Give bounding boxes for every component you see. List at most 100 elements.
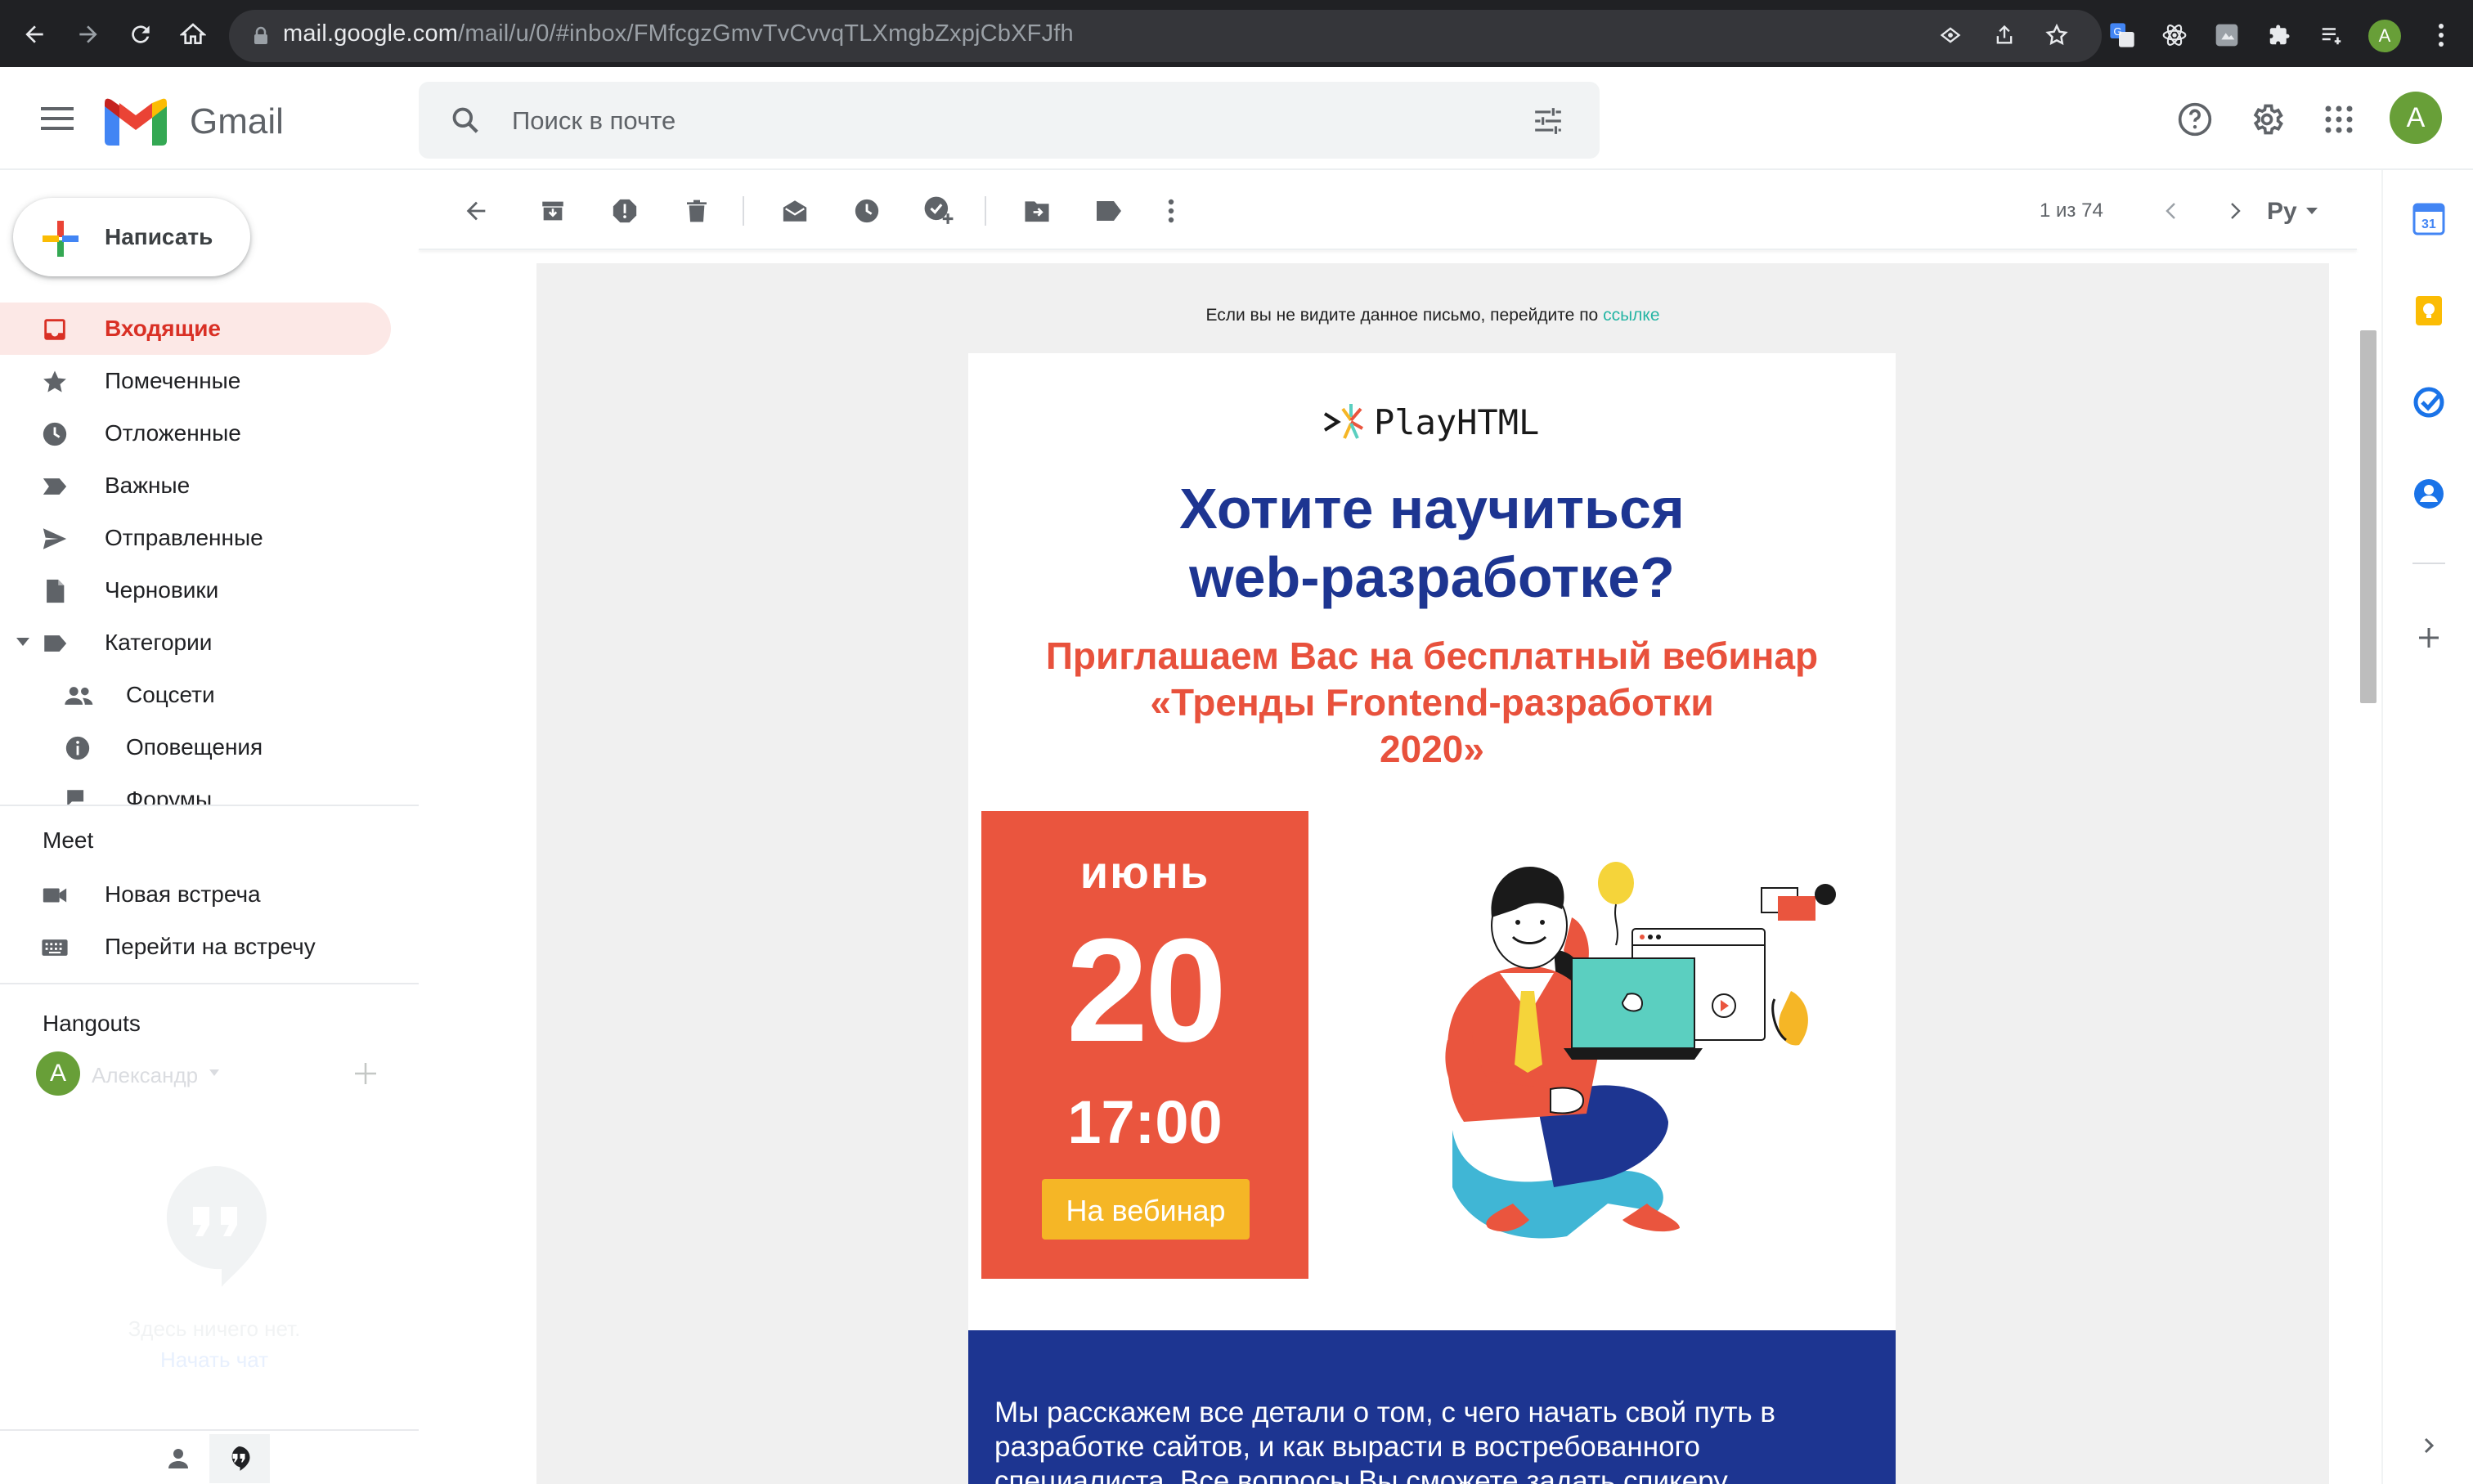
- translate-extension-icon[interactable]: G: [2107, 20, 2138, 51]
- input-tools-dropdown-icon[interactable]: [2306, 208, 2318, 214]
- react-devtools-icon[interactable]: [2159, 20, 2190, 51]
- event-day: 20: [1066, 908, 1227, 1073]
- eye-icon[interactable]: [1935, 20, 1966, 51]
- hangouts-status-dropdown-icon[interactable]: [209, 1069, 219, 1076]
- profile-avatar[interactable]: A: [2368, 20, 2401, 52]
- webinar-cta-button[interactable]: На вебинар: [1042, 1179, 1250, 1240]
- meet-title: Meet: [43, 827, 94, 853]
- side-panel: 31: [2381, 170, 2473, 1484]
- new-meeting-link[interactable]: Новая встреча: [0, 868, 391, 921]
- divider: [0, 983, 419, 984]
- event-time: 17:00: [1067, 1088, 1223, 1156]
- search-input[interactable]: Поиск в почте: [512, 106, 675, 136]
- important-icon: [41, 473, 69, 500]
- collapse-arrow-icon[interactable]: [16, 638, 29, 646]
- compose-button[interactable]: Написать: [13, 198, 250, 276]
- email-body: Если вы не видите данное письмо, перейди…: [536, 263, 2329, 1484]
- rail-divider: [2412, 563, 2445, 564]
- sidebar-item-forums[interactable]: Форумы: [0, 773, 391, 806]
- search-options-icon[interactable]: [1533, 106, 1564, 136]
- share-icon[interactable]: [1989, 20, 2020, 51]
- toolbar-divider: [743, 196, 744, 226]
- sidebar-item-inbox[interactable]: Входящие: [0, 303, 391, 355]
- mark-unread-icon[interactable]: [779, 195, 811, 227]
- start-chat-link[interactable]: Начать чат: [0, 1347, 429, 1373]
- back-to-inbox-icon[interactable]: [460, 195, 492, 227]
- move-to-icon[interactable]: [1021, 195, 1053, 227]
- search-icon[interactable]: [450, 105, 481, 136]
- keep-icon[interactable]: [2412, 294, 2445, 327]
- sidebar: Написать Входящие Помеченные Отложенные …: [0, 170, 419, 1484]
- sidebar-item-social[interactable]: Соцсети: [0, 669, 391, 721]
- subheadline-line: «Тренды Frontend-разработки: [1150, 681, 1714, 724]
- star-icon: [41, 368, 69, 396]
- contacts-icon[interactable]: [2412, 477, 2445, 510]
- bookmark-star-icon[interactable]: [2041, 20, 2072, 51]
- home-icon[interactable]: [175, 16, 211, 52]
- brand-logo[interactable]: PlayHTML: [968, 399, 1896, 445]
- add-to-tasks-icon[interactable]: [922, 195, 955, 227]
- account-avatar[interactable]: A: [2390, 92, 2442, 144]
- extensions-puzzle-icon[interactable]: [2264, 20, 2295, 51]
- toolbar-divider-line: [419, 249, 2357, 250]
- sidebar-clip: Форумы: [0, 773, 419, 806]
- delete-trash-icon[interactable]: [680, 195, 713, 227]
- gmail-logo-icon[interactable]: [105, 98, 167, 146]
- notice-text: Если вы не видите данное письмо, перейди…: [1205, 306, 1604, 325]
- reload-icon[interactable]: [123, 16, 159, 52]
- reading-list-icon[interactable]: [2316, 20, 2347, 51]
- help-icon[interactable]: [2177, 101, 2213, 137]
- join-meeting-link[interactable]: Перейти на встречу: [0, 921, 391, 973]
- sidebar-item-snoozed[interactable]: Отложенные: [0, 407, 391, 460]
- sidebar-item-important[interactable]: Важные: [0, 460, 391, 512]
- hangouts-avatar[interactable]: A: [36, 1051, 80, 1096]
- email-intro-text: Мы расскажем все детали о том, с чего на…: [994, 1397, 1775, 1484]
- older-chevron-right-icon[interactable]: [2219, 195, 2252, 227]
- report-spam-icon[interactable]: [608, 195, 641, 227]
- sidebar-item-updates[interactable]: Оповещения: [0, 721, 391, 773]
- sidebar-item-label: Категории: [105, 630, 213, 655]
- back-icon[interactable]: [16, 16, 52, 52]
- lock-icon[interactable]: [252, 26, 270, 46]
- url-text[interactable]: mail.google.com/mail/u/0/#inbox/FMfcgzGm…: [283, 20, 1074, 47]
- headline-line: web-разработке?: [1189, 545, 1675, 609]
- tasks-icon[interactable]: [2412, 386, 2445, 419]
- sidebar-item-sent[interactable]: Отправленные: [0, 512, 391, 564]
- contacts-person-icon[interactable]: [164, 1444, 193, 1473]
- get-addons-plus-icon[interactable]: [2412, 621, 2445, 654]
- view-online-link[interactable]: ссылке: [1603, 306, 1659, 325]
- input-tools-selector[interactable]: Ру: [2267, 198, 2297, 226]
- main-menu-icon[interactable]: [41, 106, 74, 131]
- email-scrollbar[interactable]: [2360, 330, 2377, 703]
- join-meeting-label: Перейти на встречу: [105, 934, 316, 959]
- subheadline-line: Приглашаем Вас на бесплатный вебинар: [1045, 634, 1819, 677]
- new-meeting-label: Новая встреча: [105, 881, 261, 907]
- calendar-icon[interactable]: 31: [2412, 203, 2445, 235]
- pager-count: 1 из 74: [2040, 200, 2103, 222]
- gmail-wordmark[interactable]: Gmail: [190, 101, 284, 142]
- apps-grid-icon[interactable]: [2324, 105, 2354, 134]
- forward-icon[interactable]: [70, 16, 106, 52]
- sidebar-item-starred[interactable]: Помеченные: [0, 355, 391, 407]
- browser-menu-icon[interactable]: [2426, 20, 2457, 51]
- show-side-panel-chevron-icon[interactable]: [2412, 1429, 2445, 1462]
- snooze-clock-icon[interactable]: [851, 195, 883, 227]
- hangouts-tab[interactable]: [209, 1434, 270, 1483]
- new-chat-plus-icon[interactable]: [353, 1061, 378, 1086]
- settings-gear-icon[interactable]: [2249, 101, 2285, 137]
- labels-icon[interactable]: [1093, 195, 1125, 227]
- gmail-header: Gmail Поиск в почте A: [0, 67, 2473, 170]
- account-initial: A: [2406, 101, 2426, 133]
- archive-icon[interactable]: [536, 195, 569, 227]
- search-bar[interactable]: Поиск в почте: [419, 82, 1600, 159]
- extension-square-icon[interactable]: [2211, 20, 2242, 51]
- people-icon: [64, 682, 93, 710]
- more-actions-icon[interactable]: [1155, 195, 1187, 227]
- inbox-icon: [41, 316, 69, 343]
- newer-chevron-left-icon[interactable]: [2154, 195, 2187, 227]
- sidebar-item-categories[interactable]: Категории: [0, 616, 391, 669]
- hangouts-user-name[interactable]: Александр: [92, 1063, 198, 1088]
- event-month: июнь: [1079, 846, 1210, 898]
- send-icon: [41, 525, 69, 553]
- sidebar-item-drafts[interactable]: Черновики: [0, 564, 391, 616]
